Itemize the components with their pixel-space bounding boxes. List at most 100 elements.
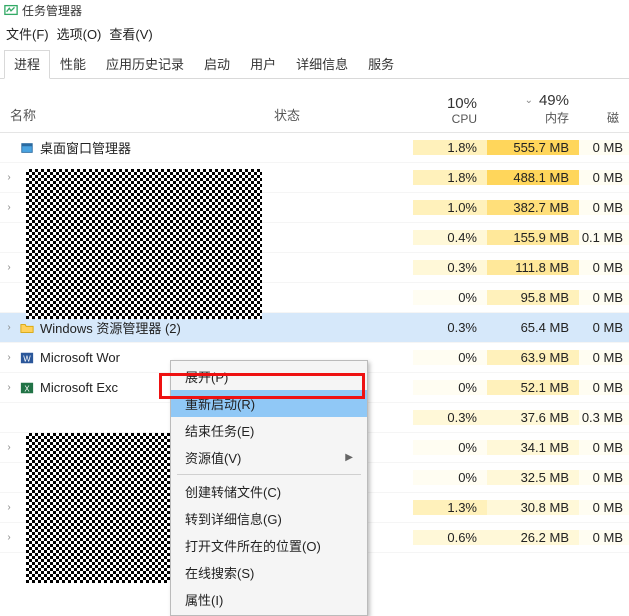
memory-cell: 37.6 MB (487, 410, 579, 425)
header-memory[interactable]: ⌄ 49% 内存 (487, 86, 579, 132)
context-menu-item[interactable]: 创建转储文件(C) (171, 478, 367, 505)
header-cpu-label: CPU (413, 112, 477, 126)
header-cpu[interactable]: 10% CPU (413, 89, 487, 132)
disk-cell: 0 MB (579, 320, 629, 335)
context-menu-label: 资源值(V) (185, 448, 241, 467)
cpu-cell: 0.3% (413, 410, 487, 425)
disk-cell: 0 MB (579, 170, 629, 185)
folder-icon (18, 321, 36, 335)
context-menu-label: 转到详细信息(G) (185, 509, 282, 528)
window-icon (18, 141, 36, 155)
memory-cell: 63.9 MB (487, 350, 579, 365)
menu-options[interactable]: 选项(O) (57, 24, 102, 43)
header-disk-label: 磁 (579, 109, 619, 126)
context-menu-item[interactable]: 属性(I) (171, 586, 367, 613)
task-manager-icon (4, 3, 18, 17)
header-disk[interactable]: 磁 (579, 103, 629, 132)
expand-toggle[interactable]: › (0, 502, 18, 513)
chevron-down-icon: ⌄ (525, 95, 533, 106)
context-menu-label: 展开(P) (185, 367, 228, 386)
cpu-cell: 0.6% (413, 530, 487, 545)
menu-file[interactable]: 文件(F) (6, 24, 49, 43)
tab-app-history[interactable]: 应用历史记录 (96, 50, 194, 79)
expand-toggle[interactable]: › (0, 442, 18, 453)
memory-cell: 488.1 MB (487, 170, 579, 185)
context-menu-label: 打开文件所在的位置(O) (185, 536, 321, 555)
context-menu: 展开(P) 重新启动(R) 结束任务(E) 资源值(V) ▶ 创建转储文件(C) 转到详细信… (170, 360, 368, 616)
cpu-cell: 1.3% (413, 500, 487, 515)
expand-toggle[interactable]: › (0, 262, 18, 273)
cpu-cell: 0% (413, 440, 487, 455)
header-mem-label: 内存 (487, 109, 569, 126)
context-menu-label: 属性(I) (185, 590, 223, 609)
tab-details[interactable]: 详细信息 (286, 50, 358, 79)
tab-startup[interactable]: 启动 (194, 50, 240, 79)
context-menu-label: 重新启动(R) (185, 394, 255, 413)
svg-text:W: W (23, 354, 31, 363)
disk-cell: 0 MB (579, 440, 629, 455)
window-title: 任务管理器 (22, 2, 82, 19)
header-cpu-pct: 10% (447, 95, 477, 112)
context-menu-label: 在线搜索(S) (185, 563, 254, 582)
redacted-region (26, 169, 262, 319)
process-name: 桌面窗口管理器 (36, 138, 413, 157)
cpu-cell: 0% (413, 470, 487, 485)
column-headers: 名称 状态 10% CPU ⌄ 49% 内存 磁 (0, 79, 629, 133)
memory-cell: 34.1 MB (487, 440, 579, 455)
expand-toggle[interactable]: › (0, 382, 18, 393)
context-menu-item[interactable]: 重新启动(R) (171, 390, 367, 417)
expand-toggle[interactable]: › (0, 202, 18, 213)
disk-cell: 0 MB (579, 260, 629, 275)
expand-toggle[interactable]: › (0, 322, 18, 333)
memory-cell: 30.8 MB (487, 500, 579, 515)
header-status[interactable]: 状态 (268, 105, 413, 132)
cpu-cell: 0.3% (413, 320, 487, 335)
cpu-cell: 1.8% (413, 140, 487, 155)
context-menu-label: 创建转储文件(C) (185, 482, 281, 501)
memory-cell: 52.1 MB (487, 380, 579, 395)
context-menu-item[interactable]: 在线搜索(S) (171, 559, 367, 586)
expand-toggle[interactable]: › (0, 352, 18, 363)
disk-cell: 0 MB (579, 500, 629, 515)
tab-performance[interactable]: 性能 (50, 50, 96, 79)
memory-cell: 65.4 MB (487, 320, 579, 335)
context-menu-label: 结束任务(E) (185, 421, 254, 440)
disk-cell: 0 MB (579, 380, 629, 395)
context-menu-item[interactable]: 结束任务(E) (171, 417, 367, 444)
context-menu-item[interactable]: 资源值(V) ▶ (171, 444, 367, 471)
header-name[interactable]: 名称 (0, 105, 268, 132)
tab-users[interactable]: 用户 (240, 50, 286, 79)
header-mem-pct: 49% (539, 92, 569, 109)
expand-toggle[interactable]: › (0, 172, 18, 183)
memory-cell: 95.8 MB (487, 290, 579, 305)
word-icon: W (18, 351, 36, 365)
menu-view[interactable]: 查看(V) (109, 24, 152, 43)
memory-cell: 155.9 MB (487, 230, 579, 245)
memory-cell: 26.2 MB (487, 530, 579, 545)
cpu-cell: 1.8% (413, 170, 487, 185)
context-menu-item[interactable]: 打开文件所在的位置(O) (171, 532, 367, 559)
disk-cell: 0 MB (579, 470, 629, 485)
disk-cell: 0 MB (579, 140, 629, 155)
tab-strip: 进程 性能 应用历史记录 启动 用户 详细信息 服务 (0, 49, 629, 79)
tab-processes[interactable]: 进程 (4, 50, 50, 79)
chevron-right-icon: ▶ (345, 452, 353, 463)
context-menu-item[interactable]: 展开(P) (171, 363, 367, 390)
memory-cell: 382.7 MB (487, 200, 579, 215)
tab-services[interactable]: 服务 (358, 50, 404, 79)
table-row[interactable]: 桌面窗口管理器1.8%555.7 MB0 MB (0, 133, 629, 163)
disk-cell: 0 MB (579, 290, 629, 305)
disk-cell: 0.1 MB (579, 230, 629, 245)
cpu-cell: 0.4% (413, 230, 487, 245)
menubar: 文件(F) 选项(O) 查看(V) (0, 20, 629, 49)
excel-icon: X (18, 381, 36, 395)
cpu-cell: 0% (413, 380, 487, 395)
svg-text:X: X (24, 384, 30, 393)
disk-cell: 0.3 MB (579, 410, 629, 425)
cpu-cell: 0.3% (413, 260, 487, 275)
expand-toggle[interactable]: › (0, 532, 18, 543)
memory-cell: 555.7 MB (487, 140, 579, 155)
disk-cell: 0 MB (579, 200, 629, 215)
context-menu-item[interactable]: 转到详细信息(G) (171, 505, 367, 532)
process-name: Windows 资源管理器 (2) (36, 318, 413, 337)
